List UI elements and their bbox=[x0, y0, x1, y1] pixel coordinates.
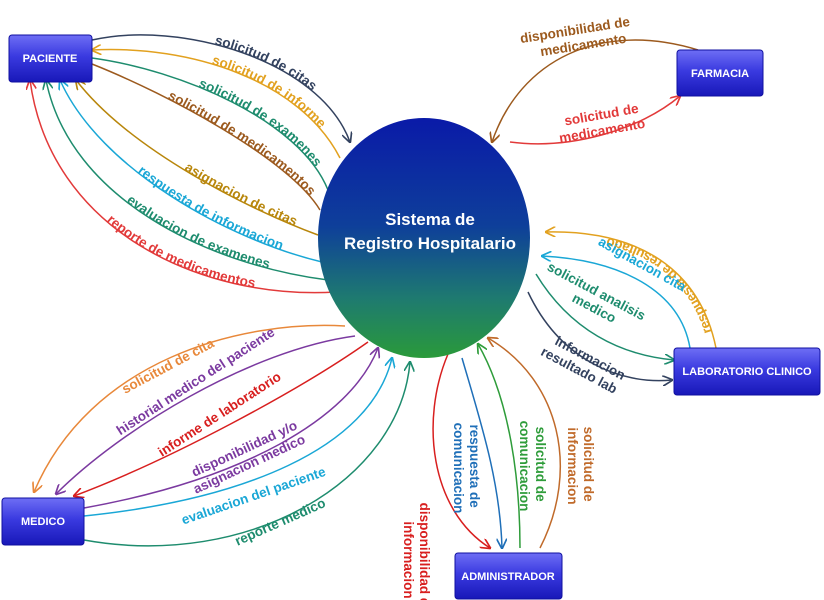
entity-laboratorio-label: LABORATORIO CLINICO bbox=[682, 366, 812, 378]
system-title-line1: Sistema de bbox=[385, 210, 475, 229]
entity-medico-label: MEDICO bbox=[21, 516, 65, 528]
entity-administrador-label: ADMINISTRADOR bbox=[461, 571, 555, 583]
flow-label-f2: solicitud de medicamento bbox=[555, 100, 646, 146]
flow-label-a1: disponibilidad de informacion bbox=[401, 503, 432, 600]
entity-paciente[interactable]: PACIENTE bbox=[8, 34, 93, 83]
medico-flows: solicitud de cita historial medico del p… bbox=[34, 324, 410, 549]
entity-farmacia-label: FARMACIA bbox=[691, 68, 749, 80]
central-process: Sistema de Registro Hospitalario bbox=[318, 118, 530, 358]
system-title-line2: Registro Hospitalario bbox=[344, 234, 516, 253]
entity-paciente-label: PACIENTE bbox=[23, 53, 78, 65]
context-diagram: solicitud de citas solicitud de informe … bbox=[1, 13, 821, 600]
flow-label-m1: solicitud de cita bbox=[119, 335, 217, 396]
flow-label-f1: disponibilidad de medicamento bbox=[519, 13, 637, 62]
flow-label-a3: solicitud de comunicacion bbox=[517, 421, 548, 512]
entity-administrador[interactable]: ADMINISTRADOR bbox=[454, 552, 563, 600]
flow-label-a4: solicitud de informacion bbox=[565, 427, 596, 506]
flow-label-a2: respuesta de comunicacion bbox=[451, 423, 482, 514]
entity-laboratorio[interactable]: LABORATORIO CLINICO bbox=[673, 347, 821, 396]
flow-label-l4: informacion resultado lab bbox=[538, 330, 631, 399]
flow-label-l2: asignacion cita bbox=[596, 234, 689, 295]
entity-medico[interactable]: MEDICO bbox=[1, 497, 85, 546]
farmacia-flows: disponibilidad de medicamento solicitud … bbox=[492, 13, 699, 146]
entity-farmacia[interactable]: FARMACIA bbox=[676, 49, 764, 97]
